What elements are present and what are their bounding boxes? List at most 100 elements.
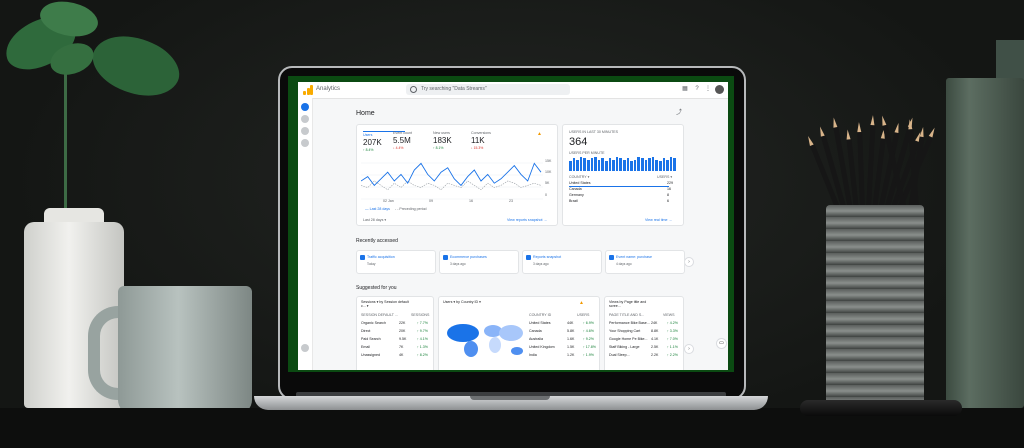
warning-icon[interactable]: ▲ xyxy=(579,300,584,306)
row-name: Google Home Pe Bike... xyxy=(609,337,648,341)
warning-icon[interactable]: ▲ xyxy=(537,131,542,137)
minute-bar xyxy=(619,158,622,171)
view-reports-snapshot-link[interactable]: View reports snapshot → xyxy=(507,218,547,222)
metric-event-count[interactable]: Event count 5.5M ↓ 4.4% xyxy=(393,131,435,150)
report-icon xyxy=(609,255,614,260)
col-header: PAGE TITLE AND S... xyxy=(609,313,645,317)
minute-bar xyxy=(666,159,669,171)
report-icon xyxy=(443,255,448,260)
explore-icon[interactable] xyxy=(301,127,309,135)
recent-item[interactable]: Reports snapshot 3 days ago xyxy=(522,250,602,274)
row-delta: ↑ 1.3% xyxy=(417,345,428,349)
minute-bar xyxy=(659,161,662,171)
advertising-icon[interactable] xyxy=(301,139,309,147)
minute-bar xyxy=(662,158,666,171)
minute-bar xyxy=(633,159,637,171)
last-28-days-line xyxy=(361,162,542,187)
row-name: United States xyxy=(529,321,551,325)
users-per-minute-chart xyxy=(569,157,677,171)
recently-accessed-title: Recently accessed xyxy=(356,238,398,244)
row-value: 1.2K xyxy=(567,353,575,357)
x-tick: 16 xyxy=(469,199,473,203)
metal-pencil-cup xyxy=(826,205,924,405)
x-tick: 02 Jan xyxy=(383,199,394,203)
recent-item[interactable]: Ecommerce purchases 3 days ago xyxy=(439,250,519,274)
search-icon xyxy=(410,86,417,93)
minute-bar xyxy=(615,157,619,171)
metric-label: Conversions xyxy=(471,131,491,135)
feedback-icon[interactable]: ▭ xyxy=(716,338,727,349)
col-header: SESSIONS xyxy=(411,313,430,317)
minute-bar xyxy=(597,159,601,171)
row-value: 24K xyxy=(651,321,658,325)
country-card: Users ▾ by Country ID ▾ ▲ COUNTRY ID USE… xyxy=(438,296,600,370)
row-value: 4K xyxy=(399,353,404,357)
row-value: 4.1K xyxy=(651,337,659,341)
country-name: Canada xyxy=(569,187,582,191)
insights-icon[interactable]: ⤴ xyxy=(676,110,682,116)
row-value: 9.5K xyxy=(399,337,407,341)
recent-item-title: Traffic acquisition xyxy=(367,255,395,259)
row-delta: ↑ 4.1% xyxy=(417,337,428,341)
reports-icon[interactable] xyxy=(301,115,309,123)
search-bar[interactable]: Try searching "Data Streams" xyxy=(406,84,570,95)
avatar[interactable] xyxy=(715,85,724,94)
left-nav-rail xyxy=(298,98,313,370)
row-value: 20K xyxy=(399,329,406,333)
card-heading[interactable]: Sessions ▾ by Session default c... ▾ xyxy=(361,300,409,308)
chevron-right-icon[interactable]: › xyxy=(684,344,694,354)
row-delta: ↑ 6.9% xyxy=(583,321,594,325)
minute-bar xyxy=(651,157,655,171)
date-range-selector[interactable]: Last 28 days ▾ xyxy=(363,218,386,222)
row-name: Staff Biking - Large xyxy=(609,345,640,349)
help-icon[interactable]: ? xyxy=(694,86,700,92)
card-heading[interactable]: Views by Page title and scree... xyxy=(609,300,659,308)
row-delta: ↑ 8.2% xyxy=(417,353,428,357)
col-users: USERS ▾ xyxy=(657,175,673,179)
recent-item-title: Reports snapshot xyxy=(533,255,562,259)
minute-bar xyxy=(644,159,648,171)
minute-bar xyxy=(601,158,604,171)
realtime-value: 364 xyxy=(569,136,588,148)
country-users: 8 xyxy=(667,193,669,197)
row-name: United Kingdom xyxy=(529,345,555,349)
apps-grid-icon[interactable]: ▦ xyxy=(682,86,688,92)
minute-bar xyxy=(630,161,633,171)
row-delta: ↑ 17.8% xyxy=(583,345,596,349)
minute-bar xyxy=(623,159,626,171)
metric-delta: ↑ 8.1% xyxy=(433,146,444,150)
row-name: Canada xyxy=(529,329,542,333)
home-icon[interactable] xyxy=(301,103,309,111)
minute-bar xyxy=(648,158,651,171)
metric-delta: ↓ 15.3% xyxy=(471,146,484,150)
row-name: Your Shopping Cart xyxy=(609,329,641,333)
row-value: 1.6K xyxy=(567,337,575,341)
minute-bar xyxy=(655,159,658,171)
row-name: Australia xyxy=(529,337,543,341)
legend-previous: - - Preceding period xyxy=(395,207,427,211)
chevron-right-icon[interactable]: › xyxy=(684,257,694,267)
realtime-sub: USERS PER MINUTE xyxy=(569,151,605,155)
row-delta: ↑ 9.7% xyxy=(417,329,428,333)
recent-item-title: Ecommerce purchases xyxy=(450,255,487,259)
metric-conversions[interactable]: Conversions 11K ↓ 15.3% xyxy=(471,131,513,150)
row-delta: ↑ 1.9% xyxy=(583,353,594,357)
card-heading[interactable]: Users ▾ by Country ID ▾ xyxy=(443,300,481,304)
recent-item[interactable]: Traffic acquisition Today xyxy=(356,250,436,274)
admin-gear-icon[interactable] xyxy=(301,344,309,352)
row-value: 7K xyxy=(399,345,404,349)
sessions-card: Sessions ▾ by Session default c... ▾ SES… xyxy=(356,296,434,370)
metric-new-users[interactable]: New users 183K ↑ 8.1% xyxy=(433,131,475,150)
recent-item[interactable]: Event name: purchase 4 days ago xyxy=(605,250,685,274)
recent-item-title: Event name: purchase xyxy=(616,255,652,259)
metric-value: 183K xyxy=(433,136,452,145)
metric-label: Event count xyxy=(393,131,412,135)
more-vert-icon[interactable]: ⋮ xyxy=(705,86,711,92)
minute-bar xyxy=(583,158,586,171)
row-name: Email xyxy=(361,345,370,349)
view-realtime-link[interactable]: View real time → xyxy=(645,218,672,222)
row-delta: ↑ 3.3% xyxy=(667,329,678,333)
laptop-screen: Analytics Try searching "Data Streams" ▦… xyxy=(298,82,728,370)
row-value: 2.5K xyxy=(651,345,659,349)
realtime-heading: USERS IN LAST 30 MINUTES xyxy=(569,130,619,134)
